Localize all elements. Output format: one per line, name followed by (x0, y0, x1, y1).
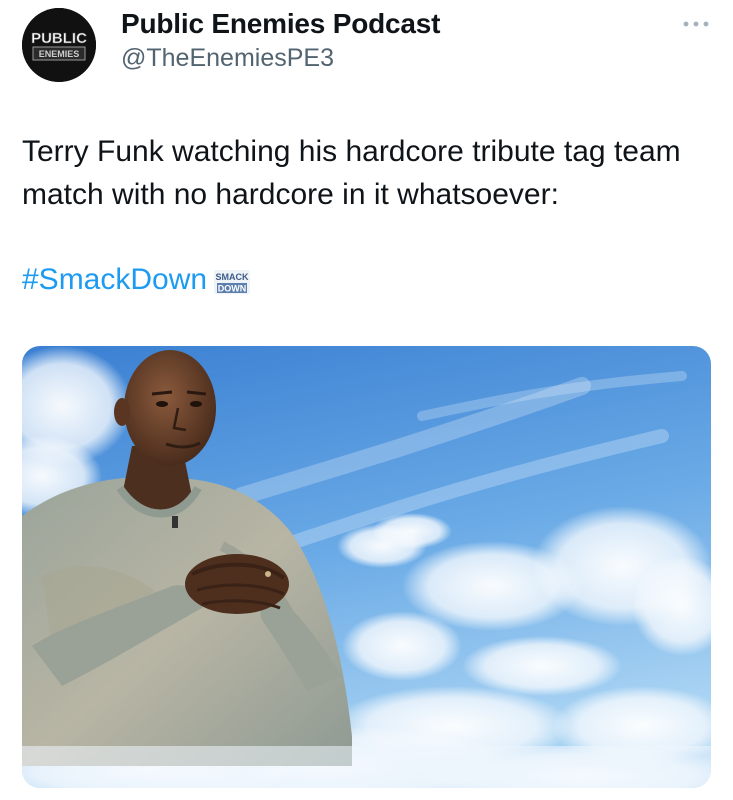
smackdown-logo-icon: SMACK DOWN (214, 269, 251, 295)
svg-text:DOWN: DOWN (218, 284, 247, 294)
more-options-button[interactable] (676, 10, 716, 38)
hashtag-link[interactable]: #SmackDown (22, 263, 207, 297)
more-horizontal-icon (683, 21, 709, 27)
svg-text:SMACK: SMACK (216, 272, 249, 282)
tweet-text: Terry Funk watching his hardcore tribute… (22, 135, 681, 211)
hashtag-row: #SmackDown SMACK DOWN (22, 258, 251, 302)
author-handle[interactable]: @TheEnemiesPE3 (121, 44, 334, 73)
avatar-logo-bottom: ENEMIES (39, 49, 80, 59)
author-display-name[interactable]: Public Enemies Podcast (121, 8, 440, 40)
avatar-logo-top: PUBLIC (31, 30, 87, 47)
author-avatar[interactable]: PUBLIC ENEMIES (22, 8, 96, 82)
tweet-media-image[interactable] (22, 346, 711, 788)
